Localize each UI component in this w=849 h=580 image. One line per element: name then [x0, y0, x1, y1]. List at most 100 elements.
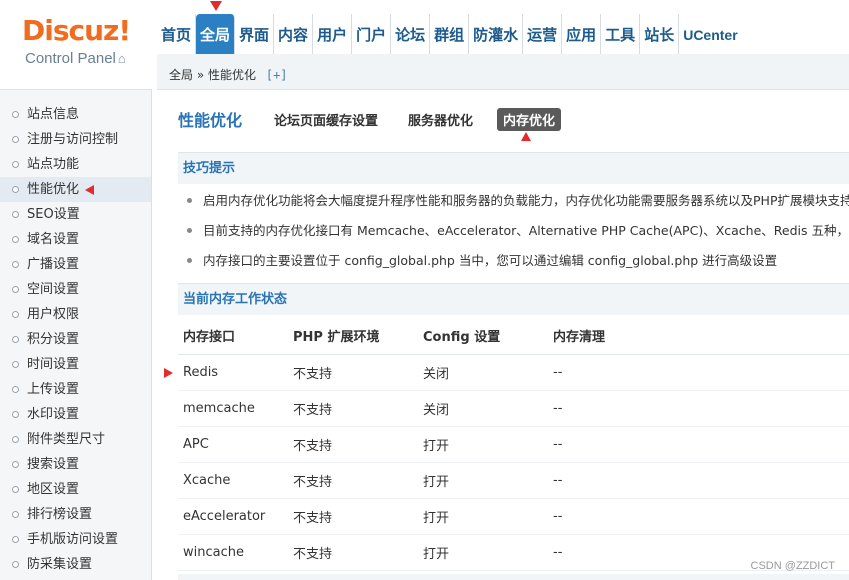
sidebar-item-ranklist[interactable]: 排行榜设置 — [0, 502, 151, 527]
config-cell: 关闭 — [418, 354, 548, 391]
clear-cell: -- — [548, 354, 849, 391]
breadcrumb-bar: 全局 » 性能优化 [+] — [157, 54, 849, 90]
php-ext-cell: 不支持 — [288, 498, 418, 535]
nav-home[interactable]: 首页 — [157, 14, 197, 54]
nav-global-label: 全局 — [200, 26, 231, 44]
table-header-row: 内存接口 PHP 扩展环境 Config 设置 内存清理 — [178, 318, 849, 355]
sidebar-item-site-info[interactable]: 站点信息 — [0, 102, 151, 127]
bullet-icon — [12, 136, 19, 143]
nav-style[interactable]: 界面 — [235, 14, 275, 54]
nav-group[interactable]: 群组 — [430, 14, 470, 54]
logo[interactable]: Discuz! Control Panel ⌂ — [0, 0, 152, 90]
table-row: memcache 不支持 关闭 -- — [178, 390, 849, 427]
interface-cell: wincache — [178, 534, 288, 571]
breadcrumb-root[interactable]: 全局 — [169, 68, 193, 82]
table-row: eAccelerator 不支持 打开 -- — [178, 498, 849, 535]
nav-tools[interactable]: 工具 — [601, 14, 641, 54]
sidebar-item-performance[interactable]: 性能优化 — [0, 177, 151, 202]
bullet-icon — [12, 486, 19, 493]
interface-cell: Redis — [164, 354, 288, 391]
nav-founder[interactable]: 站长 — [640, 14, 680, 54]
nav-antispam[interactable]: 防灌水 — [469, 14, 524, 54]
bullet-icon — [12, 236, 19, 243]
php-ext-cell: 不支持 — [288, 534, 418, 571]
bullet-icon — [12, 286, 19, 293]
nav-content[interactable]: 内容 — [274, 14, 314, 54]
page-header: 性能优化 论坛页面缓存设置 服务器优化 内存优化 — [178, 106, 579, 141]
bullet-icon — [12, 561, 19, 568]
tips-list: 启用内存优化功能将会大幅度提升程序性能和服务器的负载能力，内存优化功能需要服务器… — [178, 186, 849, 276]
active-tab-marker-icon — [521, 131, 532, 141]
tab-memory-optimize-label: 内存优化 — [503, 113, 556, 129]
sidebar-item-label: 空间设置 — [27, 282, 80, 297]
sidebar-item-label: SEO设置 — [27, 207, 80, 222]
home-icon: ⌂ — [117, 51, 126, 66]
sidebar-item-domain[interactable]: 域名设置 — [0, 227, 151, 252]
sidebar-item-mobile[interactable]: 手机版访问设置 — [0, 527, 151, 552]
breadcrumb: 全局 » 性能优化 [+] — [169, 66, 288, 83]
main-content: 性能优化 论坛页面缓存设置 服务器优化 内存优化 技巧提示 启用内存优化功能将会… — [160, 90, 849, 580]
bullet-icon — [12, 536, 19, 543]
sidebar-item-label: 时间设置 — [27, 357, 80, 372]
config-cell: 打开 — [418, 426, 548, 463]
nav-user[interactable]: 用户 — [313, 14, 353, 54]
sidebar-item-label: 广播设置 — [27, 257, 80, 272]
sidebar-item-register-access[interactable]: 注册与访问控制 — [0, 127, 151, 152]
bullet-icon — [12, 111, 19, 118]
bullet-icon — [12, 261, 19, 268]
column-header: 内存清理 — [548, 318, 849, 355]
nav-operation[interactable]: 运营 — [523, 14, 563, 54]
bullet-icon — [12, 311, 19, 318]
add-shortcut-button[interactable]: [+] — [266, 68, 288, 82]
tab-memory-optimize[interactable]: 内存优化 — [497, 107, 562, 141]
sidebar-item-upload[interactable]: 上传设置 — [0, 377, 151, 402]
sidebar-item-space[interactable]: 空间设置 — [0, 277, 151, 302]
active-item-marker-icon — [85, 184, 95, 195]
sidebar-item-label: 站点信息 — [27, 107, 80, 122]
sidebar-item-label: 注册与访问控制 — [27, 132, 119, 147]
sidebar-item-region[interactable]: 地区设置 — [0, 477, 151, 502]
sidebar-item-attachment-types[interactable]: 附件类型尺寸 — [0, 427, 151, 452]
interface-cell: APC — [178, 426, 288, 463]
nav-plugin[interactable]: 应用 — [562, 14, 602, 54]
bullet-icon — [187, 198, 192, 203]
bullet-icon — [12, 411, 19, 418]
sidebar-item-label: 防采集设置 — [27, 557, 93, 572]
tab-forum-cache[interactable]: 论坛页面缓存设置 — [268, 108, 384, 131]
sidebar-item-credits[interactable]: 积分设置 — [0, 327, 151, 352]
tips-heading: 技巧提示 — [178, 152, 849, 184]
bullet-icon — [12, 436, 19, 443]
sidebar-item-label: 水印设置 — [27, 407, 80, 422]
sidebar-item-broadcast[interactable]: 广播设置 — [0, 252, 151, 277]
sidebar-item-permissions[interactable]: 用户权限 — [0, 302, 151, 327]
clear-cell: -- — [548, 426, 849, 463]
bullet-icon — [12, 336, 19, 343]
column-header: Config 设置 — [418, 318, 548, 355]
tab-server-optimize[interactable]: 服务器优化 — [402, 108, 479, 131]
sidebar-item-label: 积分设置 — [27, 332, 80, 347]
sidebar-item-label: 排行榜设置 — [27, 507, 93, 522]
config-cell: 打开 — [418, 534, 548, 571]
section-footer — [178, 574, 849, 580]
row-marker-icon — [164, 367, 173, 378]
tip-text: 内存接口的主要设置位于 config_global.php 当中，您可以通过编辑… — [203, 253, 778, 268]
tip-text: 目前支持的内存优化接口有 Memcache、eAccelerator、Alter… — [203, 223, 849, 238]
nav-global[interactable]: 全局 — [196, 1, 236, 54]
nav-portal[interactable]: 门户 — [352, 14, 392, 54]
tip-item: 目前支持的内存优化接口有 Memcache、eAccelerator、Alter… — [178, 216, 849, 246]
php-ext-cell: 不支持 — [288, 390, 418, 427]
sidebar-item-anti-collect[interactable]: 防采集设置 — [0, 552, 151, 577]
sidebar-item-seo[interactable]: SEO设置 — [0, 202, 151, 227]
nav-forum[interactable]: 论坛 — [391, 14, 431, 54]
nav-ucenter[interactable]: UCenter — [679, 14, 741, 54]
memory-status-table: 内存接口 PHP 扩展环境 Config 设置 内存清理 Redis 不支持 关… — [164, 318, 849, 571]
sidebar: 站点信息 注册与访问控制 站点功能 性能优化 SEO设置 域名设置 广播设置 空… — [0, 90, 152, 580]
sidebar-item-time[interactable]: 时间设置 — [0, 352, 151, 377]
breadcrumb-separator: » — [196, 68, 205, 82]
sidebar-item-search[interactable]: 搜索设置 — [0, 452, 151, 477]
php-ext-cell: 不支持 — [288, 462, 418, 499]
table-row: wincache 不支持 打开 -- — [178, 534, 849, 571]
sidebar-item-watermark[interactable]: 水印设置 — [0, 402, 151, 427]
sidebar-item-site-features[interactable]: 站点功能 — [0, 152, 151, 177]
clear-cell: -- — [548, 498, 849, 535]
